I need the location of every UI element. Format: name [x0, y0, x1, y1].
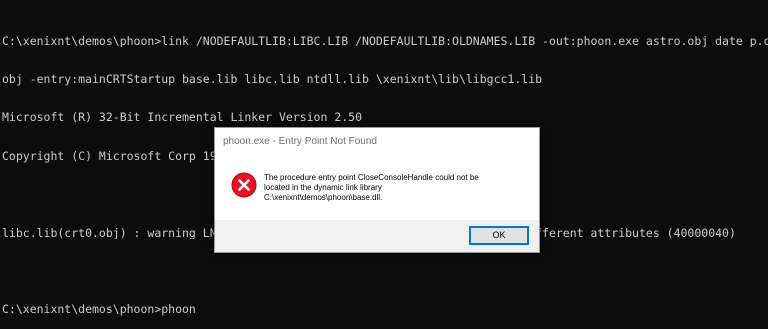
entry-point-error-dialog: phoon.exe - Entry Point Not Found The pr…	[214, 127, 540, 253]
dialog-title: phoon.exe - Entry Point Not Found	[223, 136, 377, 147]
dialog-footer: OK	[215, 220, 539, 252]
console-prompt-line: C:\xenixnt\demos\phoon>phoon	[2, 303, 196, 317]
console-line: obj -entry:mainCRTStartup base.lib libc.…	[2, 72, 543, 86]
console-line: Microsoft (R) 32-Bit Incremental Linker …	[2, 111, 363, 125]
error-icon	[231, 172, 257, 198]
ok-button[interactable]: OK	[469, 226, 529, 245]
console-line: C:\xenixnt\demos\phoon>link /NODEFAULTLI…	[2, 34, 768, 48]
message-line: C:\xenixnt\demos\phoon\base.dll.	[264, 193, 383, 202]
dialog-message: The procedure entry point CloseConsoleHa…	[264, 173, 534, 203]
message-line: located in the dynamic link library	[264, 183, 382, 192]
message-line: The procedure entry point CloseConsoleHa…	[264, 173, 479, 182]
